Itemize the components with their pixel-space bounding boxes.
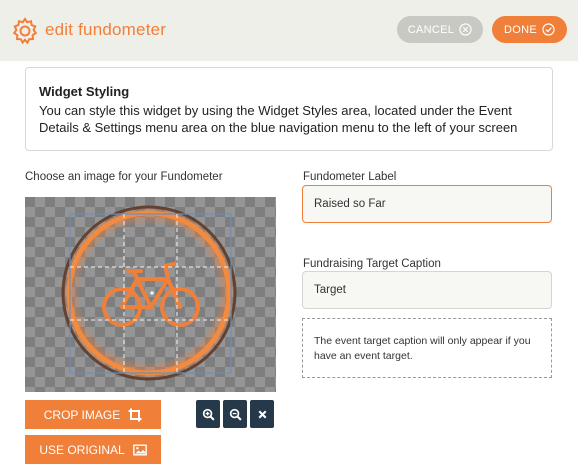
zoom-out-icon — [229, 408, 242, 421]
header-bar: edit fundometer CANCEL DONE — [0, 0, 578, 61]
done-label: DONE — [504, 23, 537, 36]
image-icon — [132, 443, 147, 456]
close-circle-icon — [459, 23, 472, 36]
target-caption-input[interactable]: Target — [302, 271, 552, 309]
gear-logo-icon — [12, 17, 38, 45]
fundometer-label-heading: Fundometer Label — [303, 171, 397, 183]
target-caption-heading: Fundraising Target Caption — [303, 258, 441, 270]
zoom-out-button[interactable] — [223, 400, 247, 428]
crop-image-button[interactable]: CROP IMAGE — [25, 400, 161, 429]
crop-icon — [128, 408, 142, 421]
crop-image-label: CROP IMAGE — [43, 407, 121, 422]
use-original-button[interactable]: USE ORIGINAL — [25, 435, 161, 464]
remove-image-button[interactable] — [250, 400, 274, 428]
use-original-label: USE ORIGINAL — [39, 442, 125, 457]
widget-styling-info-box: Widget Styling You can style this widget… — [25, 67, 553, 151]
bicycle-image — [61, 205, 237, 381]
info-title: Widget Styling — [39, 84, 130, 99]
zoom-controls — [196, 400, 274, 428]
zoom-in-button[interactable] — [196, 400, 220, 428]
zoom-in-icon — [202, 408, 215, 421]
image-crop-area[interactable] — [25, 197, 276, 392]
check-circle-icon — [542, 23, 555, 36]
cancel-label: CANCEL — [407, 23, 455, 36]
done-button[interactable]: DONE — [492, 16, 567, 43]
fundometer-label-input[interactable]: Raised so Far — [302, 185, 552, 223]
cancel-button[interactable]: CANCEL — [397, 16, 483, 43]
info-text: You can style this widget by using the W… — [39, 103, 518, 135]
image-section-label: Choose an image for your Fundometer — [25, 171, 223, 183]
page-title: edit fundometer — [45, 20, 167, 39]
target-caption-note: The event target caption will only appea… — [302, 318, 552, 378]
close-icon — [258, 410, 266, 418]
